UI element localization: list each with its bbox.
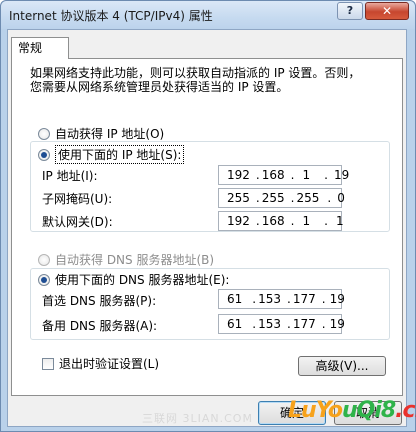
preferred-dns-input[interactable]: 61 . 153 . 177 . 19 xyxy=(218,289,345,309)
octet: 0 xyxy=(337,191,345,205)
description-line-2: 您需要从网络系统管理员处获得适当的 IP 设置。 xyxy=(30,80,289,94)
octet: 168 xyxy=(261,214,285,228)
octet: 61 xyxy=(227,292,243,306)
window-title: Internet 协议版本 4 (TCP/IPv4) 属性 xyxy=(9,9,213,23)
radio-auto-ip-indicator[interactable] xyxy=(38,127,50,140)
radio-manual-dns[interactable]: 使用下面的 DNS 服务器地址(E): xyxy=(38,271,232,288)
brand-letter: L xyxy=(288,398,302,423)
subnet-mask-input[interactable]: 255 . 255 . 255 . 0 xyxy=(218,188,345,208)
radio-manual-ip[interactable]: 使用下面的 IP 地址(S): xyxy=(38,145,187,164)
description-text: 如果网络支持此功能，则可以获取自动指派的 IP 设置。否则， 您需要从网络系统管… xyxy=(30,66,390,94)
octet: 168 xyxy=(261,168,285,182)
alternate-dns-label: 备用 DNS 服务器(A): xyxy=(42,319,158,333)
alternate-dns-input[interactable]: 61 . 153 . 177 . 19 xyxy=(218,314,345,334)
radio-auto-ip[interactable]: 自动获得 IP 地址(O) xyxy=(38,125,164,142)
validate-checkbox-box[interactable] xyxy=(42,357,54,370)
octet: 177 xyxy=(292,292,316,306)
brand-letter: . xyxy=(395,398,403,423)
description-line-1: 如果网络支持此功能，则可以获取自动指派的 IP 设置。否则， xyxy=(30,66,361,80)
radio-manual-ip-label: 使用下面的 IP 地址(S): xyxy=(55,145,185,164)
octet: 153 xyxy=(258,317,282,331)
octet: 1 xyxy=(335,214,344,228)
octet: 1 xyxy=(302,168,311,182)
close-button[interactable]: ✕ xyxy=(365,2,409,20)
octet: 61 xyxy=(227,317,243,331)
ip-address-label: IP 地址(I): xyxy=(42,169,98,183)
brand-letter: u xyxy=(301,398,317,423)
brand-letter: 8 xyxy=(380,398,396,423)
radio-manual-dns-label: 使用下面的 DNS 服务器地址(E): xyxy=(55,273,230,287)
advanced-button[interactable]: 高级(V)... xyxy=(298,356,386,376)
radio-auto-ip-label: 自动获得 IP 地址(O) xyxy=(55,127,165,141)
preferred-dns-label: 首选 DNS 服务器(P): xyxy=(42,294,157,308)
subnet-mask-label: 子网掩码(U): xyxy=(42,192,113,206)
tab-general[interactable]: 常规 xyxy=(11,37,69,59)
brand-letter: c xyxy=(402,398,416,423)
watermark-text: 三联网 3LIAN.COM xyxy=(142,412,253,425)
brand-letter: o xyxy=(327,398,343,423)
radio-manual-ip-indicator[interactable] xyxy=(38,148,50,161)
octet: 192 xyxy=(227,214,250,228)
radio-manual-dns-indicator[interactable] xyxy=(38,273,50,286)
title-bar[interactable]: Internet 协议版本 4 (TCP/IPv4) 属性 ? ✕ xyxy=(1,1,415,29)
octet: 255 xyxy=(227,191,250,205)
octet: 255 xyxy=(261,191,285,205)
octet: 255 xyxy=(296,191,320,205)
brand-letter: Q xyxy=(356,398,376,423)
radio-auto-dns[interactable]: 自动获得 DNS 服务器地址(B) xyxy=(38,251,214,268)
octet: 1 xyxy=(302,214,311,228)
help-button[interactable]: ? xyxy=(337,2,363,20)
octet: 19 xyxy=(329,317,345,331)
brand-letter: u xyxy=(341,398,358,423)
radio-auto-dns-label: 自动获得 DNS 服务器地址(B) xyxy=(55,253,215,267)
octet: 19 xyxy=(329,292,345,306)
ip-address-input[interactable]: 192 . 168 . 1 . 19 xyxy=(218,165,349,185)
brand-letter: Y xyxy=(315,398,329,423)
radio-auto-dns-indicator[interactable] xyxy=(38,253,50,266)
validate-on-exit-checkbox[interactable]: 退出时验证设置(L) xyxy=(42,355,159,372)
octet: 192 xyxy=(227,168,250,182)
default-gateway-input[interactable]: 192 . 168 . 1 . 1 xyxy=(218,211,344,231)
brand-watermark: LuYouQi8.cn xyxy=(288,398,416,423)
validate-checkbox-label: 退出时验证设置(L) xyxy=(59,357,160,371)
octet: 19 xyxy=(333,168,350,182)
default-gateway-label: 默认网关(D): xyxy=(42,215,113,229)
octet: 153 xyxy=(258,292,282,306)
octet: 177 xyxy=(292,317,316,331)
